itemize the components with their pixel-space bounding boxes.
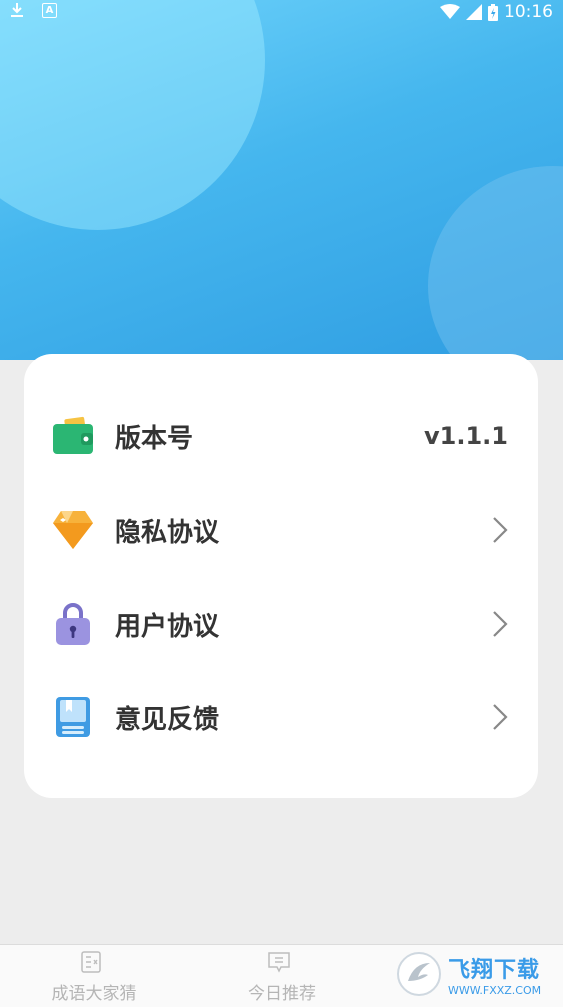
- tab-idiom-guess[interactable]: 成语大家猜: [0, 945, 188, 1007]
- recommend-icon: [268, 952, 290, 973]
- decor-bubble: [0, 0, 265, 230]
- wifi-icon: [440, 4, 460, 19]
- chevron-right-icon[interactable]: [492, 516, 508, 544]
- chevron-right-icon[interactable]: [492, 610, 508, 638]
- privacy-policy-label: 隐私协议: [115, 517, 220, 548]
- chevron-right-icon[interactable]: [492, 703, 508, 731]
- watermark-icon: [397, 952, 441, 996]
- watermark-url: WWW.FXXZ.COM: [448, 983, 542, 997]
- signal-icon: [466, 4, 482, 20]
- user-agreement-label: 用户协议: [115, 611, 220, 642]
- watermark-logo: 飞翔下载 WWW.FXXZ.COM: [396, 945, 556, 1003]
- tab-label: 今日推荐: [248, 984, 316, 1004]
- notebook-icon: [50, 694, 96, 740]
- tab-today-recommend[interactable]: 今日推荐: [188, 945, 376, 1007]
- privacy-policy-row[interactable]: 隐私协议: [24, 490, 538, 570]
- tab-label: 成语大家猜: [51, 984, 137, 1004]
- download-icon: [11, 3, 23, 17]
- watermark-text: 飞翔下载: [448, 957, 541, 983]
- status-bar: A 10:16: [0, 0, 563, 24]
- battery-icon: [488, 3, 498, 21]
- user-agreement-row[interactable]: 用户协议: [24, 584, 538, 664]
- lock-icon: [50, 601, 96, 647]
- idiom-icon: [81, 951, 101, 973]
- a-icon: A: [42, 2, 57, 18]
- wallet-icon: [50, 413, 96, 459]
- settings-card: 版本号 v1.1.1 隐私协议 用户协议 意见反馈: [24, 354, 538, 798]
- version-value: v1.1.1: [424, 422, 508, 450]
- version-label: 版本号: [115, 423, 194, 454]
- diamond-icon: [50, 507, 96, 553]
- status-time: 10:16: [504, 2, 553, 22]
- decor-bubble: [428, 166, 563, 360]
- header-banner: [0, 0, 563, 360]
- version-row: 版本号 v1.1.1: [24, 396, 538, 476]
- feedback-label: 意见反馈: [115, 704, 220, 735]
- feedback-row[interactable]: 意见反馈: [24, 677, 538, 757]
